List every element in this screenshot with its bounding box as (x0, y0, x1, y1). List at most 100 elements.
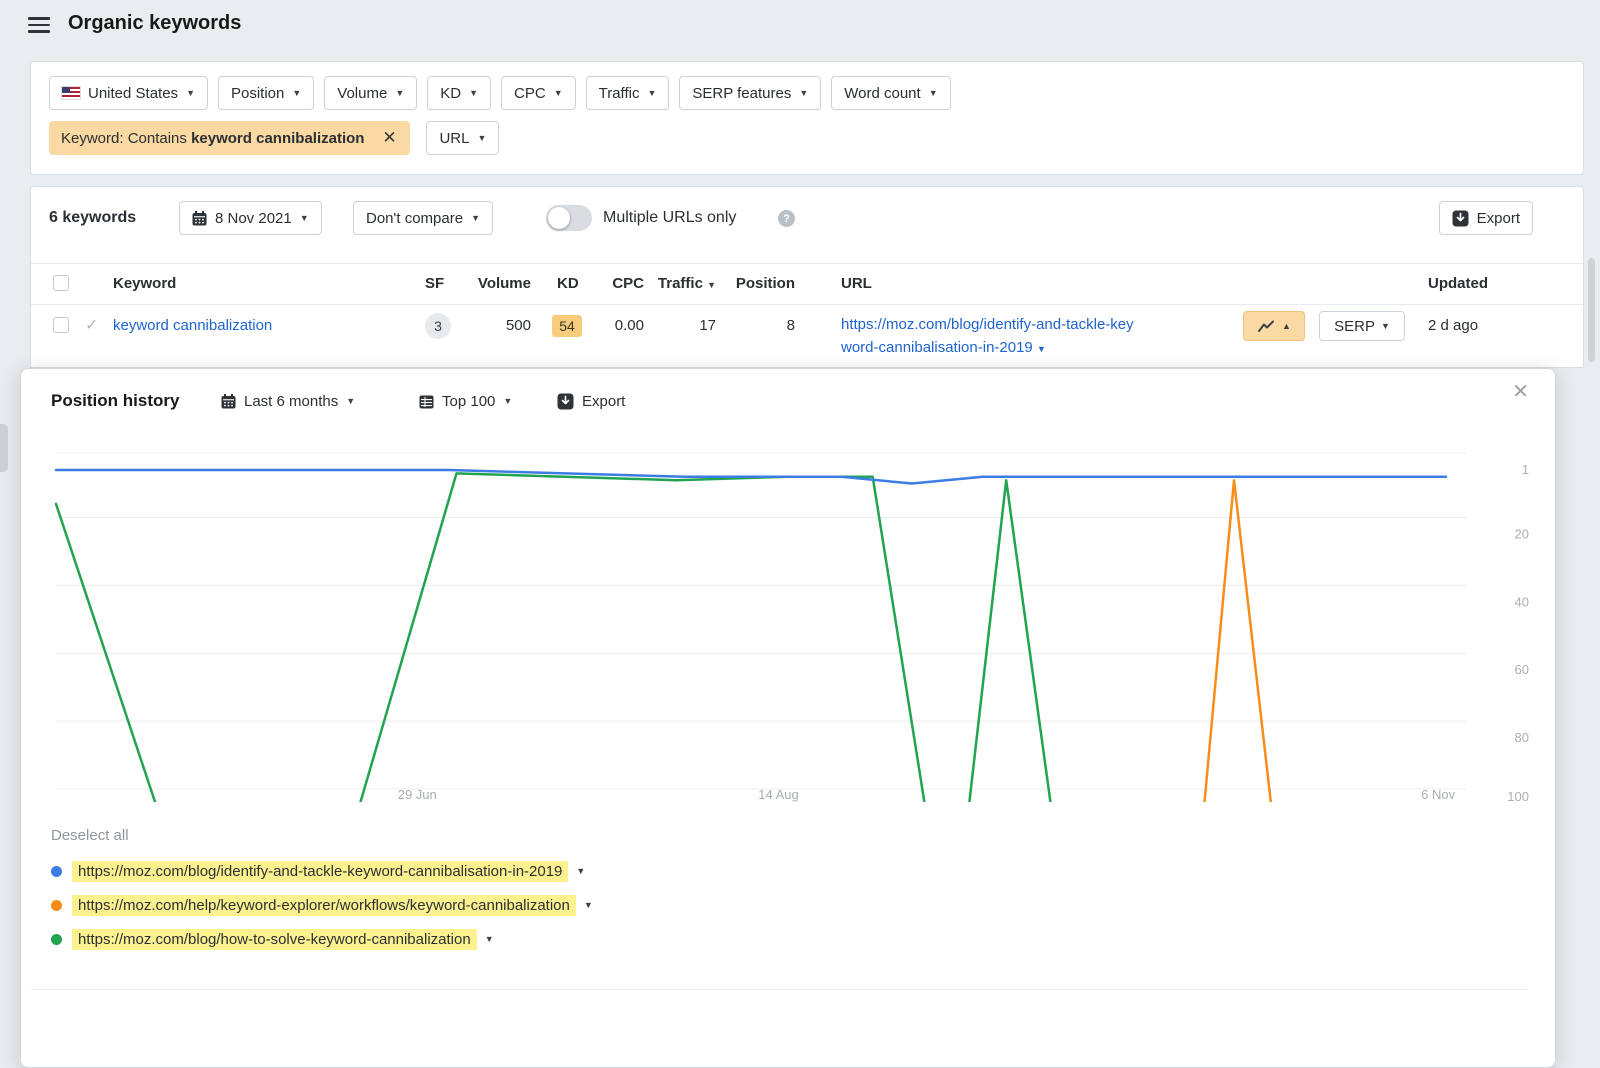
page-title: Organic keywords (68, 12, 241, 35)
col-traffic[interactable]: Traffic ▼ (656, 264, 716, 304)
multiple-urls-toggle[interactable] (546, 205, 592, 231)
position-history-chart: 12040608010029 Jun14 Aug6 Nov (21, 427, 1557, 827)
help-icon[interactable]: ? (778, 210, 795, 227)
chevron-down-icon: ▼ (469, 89, 478, 98)
keywords-table-card: 6 keywords 8 Nov 2021 ▼ Don't compare▼ M… (30, 186, 1584, 368)
filters-card: United States ▼ Position▼ Volume▼ KD▼ CP… (30, 61, 1584, 175)
table-grid-icon (419, 395, 434, 409)
svg-text:1: 1 (1522, 462, 1529, 477)
table-row: ✓ keyword cannibalization 3 500 54 0.00 … (31, 303, 1583, 369)
toggle-knob (548, 207, 570, 229)
calendar-icon (221, 394, 236, 409)
serp-dropdown-button[interactable]: SERP▼ (1319, 311, 1405, 341)
filter-word-count[interactable]: Word count▼ (831, 76, 950, 110)
col-sf: SF (425, 264, 444, 304)
date-picker-button[interactable]: 8 Nov 2021 ▼ (179, 201, 322, 235)
chevron-down-icon: ▼ (292, 89, 301, 98)
filter-traffic[interactable]: Traffic▼ (586, 76, 670, 110)
svg-text:20: 20 (1515, 526, 1529, 541)
chevron-down-icon: ▼ (576, 867, 585, 876)
export-button[interactable]: Export (1439, 201, 1533, 235)
col-kd: KD (557, 264, 579, 304)
position-value: 8 (729, 316, 795, 336)
panel-export-button[interactable]: Export (557, 393, 625, 410)
chevron-up-icon: ▲ (1282, 322, 1291, 331)
legend-url: https://moz.com/blog/identify-and-tackle… (72, 861, 568, 882)
chevron-down-icon: ▼ (584, 901, 593, 910)
download-icon (1452, 210, 1469, 227)
close-icon[interactable]: ✕ (1512, 382, 1529, 402)
svg-text:6 Nov: 6 Nov (1421, 787, 1455, 802)
svg-text:60: 60 (1515, 662, 1529, 677)
chevron-down-icon: ▼ (799, 89, 808, 98)
position-history-panel: Position history Last 6 months ▼ Top 100… (20, 368, 1556, 1068)
left-edge-scrollbar[interactable] (0, 424, 8, 472)
volume-value: 500 (456, 316, 531, 336)
history-range-dropdown[interactable]: Last 6 months ▼ (221, 393, 355, 410)
chevron-down-icon: ▼ (929, 89, 938, 98)
select-all-checkbox[interactable] (53, 275, 69, 291)
series-dot-green (51, 934, 62, 945)
keyword-filter-chip[interactable]: Keyword: Contains keyword cannibalizatio… (49, 121, 410, 155)
col-url: URL (841, 264, 872, 304)
chevron-down-icon: ▼ (346, 397, 355, 406)
filter-cpc[interactable]: CPC▼ (501, 76, 576, 110)
keyword-link[interactable]: keyword cannibalization (113, 316, 272, 336)
filter-country[interactable]: United States ▼ (49, 76, 208, 110)
filter-kd[interactable]: KD▼ (427, 76, 491, 110)
updated-value: 2 d ago (1428, 316, 1478, 336)
table-header-row: Keyword SF Volume KD CPC Traffic ▼ Posit… (31, 263, 1583, 305)
trend-chart-icon (1257, 319, 1276, 334)
col-position: Position (729, 264, 795, 304)
svg-text:40: 40 (1515, 594, 1529, 609)
svg-text:80: 80 (1515, 730, 1529, 745)
chevron-down-icon: ▼ (647, 89, 656, 98)
legend-item[interactable]: https://moz.com/help/keyword-explorer/wo… (51, 893, 593, 917)
panel-title: Position history (51, 391, 179, 411)
rank-check-icon: ✓ (85, 316, 98, 336)
legend-url: https://moz.com/help/keyword-explorer/wo… (72, 895, 576, 916)
chevron-down-icon: ▼ (300, 214, 309, 223)
filter-position[interactable]: Position▼ (218, 76, 314, 110)
calendar-icon (192, 211, 207, 226)
filter-country-label: United States (88, 85, 178, 102)
position-history-button[interactable]: ▲ (1243, 311, 1305, 341)
chevron-down-icon: ▼ (485, 935, 494, 944)
date-picker-value: 8 Nov 2021 (215, 210, 292, 227)
download-icon (557, 393, 574, 410)
col-keyword: Keyword (113, 264, 176, 304)
sort-desc-icon: ▼ (707, 280, 716, 290)
chevron-down-icon: ▼ (503, 397, 512, 406)
svg-text:29 Jun: 29 Jun (398, 787, 437, 802)
col-cpc: CPC (586, 264, 644, 304)
traffic-value: 17 (656, 316, 716, 336)
menu-icon[interactable] (28, 17, 50, 34)
serp-features-badge: 3 (425, 313, 451, 339)
legend-item[interactable]: https://moz.com/blog/identify-and-tackle… (51, 859, 585, 883)
filter-volume[interactable]: Volume▼ (324, 76, 417, 110)
chevron-down-icon: ▼ (471, 214, 480, 223)
row-checkbox[interactable] (53, 317, 69, 333)
compare-dropdown[interactable]: Don't compare▼ (353, 201, 493, 235)
col-updated: Updated (1428, 264, 1488, 304)
vertical-scrollbar-thumb[interactable] (1588, 258, 1595, 362)
legend-item[interactable]: https://moz.com/blog/how-to-solve-keywor… (51, 927, 494, 951)
url-link[interactable]: https://moz.com/blog/identify-and-tackle… (841, 316, 1134, 356)
top-100-dropdown[interactable]: Top 100 ▼ (419, 393, 512, 410)
chevron-down-icon: ▼ (1381, 322, 1390, 331)
col-volume: Volume (456, 264, 531, 304)
filter-url[interactable]: URL▼ (426, 121, 499, 155)
keywords-count: 6 keywords (49, 201, 136, 235)
cpc-value: 0.00 (586, 316, 644, 336)
url-cell: https://moz.com/blog/identify-and-tackle… (841, 313, 1134, 359)
chevron-down-icon: ▼ (1037, 344, 1046, 354)
kd-badge: 54 (552, 315, 582, 337)
multiple-urls-label: Multiple URLs only (603, 201, 736, 235)
remove-filter-icon[interactable]: ✕ (368, 121, 410, 155)
chevron-down-icon: ▼ (477, 134, 486, 143)
deselect-all-link[interactable]: Deselect all (51, 827, 129, 844)
filter-serp-features[interactable]: SERP features▼ (679, 76, 821, 110)
chevron-down-icon: ▼ (554, 89, 563, 98)
series-dot-orange (51, 900, 62, 911)
us-flag-icon (62, 87, 80, 99)
